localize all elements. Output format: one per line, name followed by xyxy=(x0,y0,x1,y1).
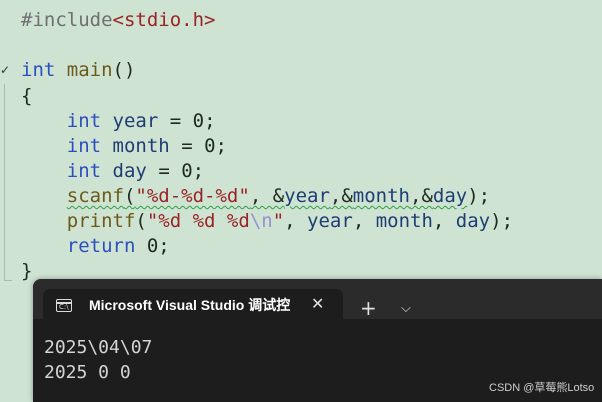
code-token: () xyxy=(112,59,136,81)
console-titlebar: C:\ Microsoft Visual Studio 调试控 ✕ + ⌵ xyxy=(33,279,602,321)
code-token: scanf xyxy=(66,185,124,207)
code-token: , & xyxy=(249,185,285,207)
code-token: return xyxy=(66,235,136,257)
code-token: month xyxy=(352,185,410,207)
console-output-line: 2025\04\07 xyxy=(44,337,153,358)
code-line: int month = 0; xyxy=(21,134,227,159)
code-token: year xyxy=(307,210,353,232)
code-token: "%d-%d-%d" xyxy=(135,185,250,207)
code-token: main xyxy=(66,59,113,81)
code-token: month xyxy=(112,135,170,157)
code-line: scanf("%d-%d-%d", &year,&month,&day); xyxy=(21,184,490,209)
code-token: , xyxy=(432,210,456,232)
code-token: , xyxy=(284,210,308,232)
code-token: , xyxy=(352,210,376,232)
code-token: { xyxy=(21,85,33,107)
code-line: #include<stdio.h> xyxy=(21,8,215,33)
indent-guide-end xyxy=(4,280,12,281)
indent-guide xyxy=(4,84,5,280)
code-token: ,& xyxy=(329,185,353,207)
close-icon[interactable]: ✕ xyxy=(311,294,324,314)
code-line: int day = 0; xyxy=(21,159,204,184)
code-token: day xyxy=(432,185,468,207)
code-line: { xyxy=(21,84,32,109)
console-tab[interactable]: C:\ Microsoft Visual Studio 调试控 ✕ xyxy=(43,289,343,321)
code-token: year xyxy=(112,110,159,132)
code-token: #include xyxy=(21,9,113,31)
console-tab-title: Microsoft Visual Studio 调试控 xyxy=(89,297,291,313)
code-token: int xyxy=(66,160,102,182)
code-token: int xyxy=(21,59,56,81)
code-token: day xyxy=(112,160,147,182)
code-token: = 0; xyxy=(146,160,205,182)
console-app-icon: C:\ xyxy=(56,299,72,312)
code-line: } xyxy=(21,259,32,284)
code-token: 0; xyxy=(135,235,170,257)
code-line: return 0; xyxy=(21,234,170,259)
code-token: \n xyxy=(249,210,273,232)
code-token: ,& xyxy=(410,185,433,207)
new-tab-button[interactable]: + xyxy=(360,297,377,319)
fold-check-icon[interactable]: ✓ xyxy=(0,63,10,77)
code-token: year xyxy=(284,185,330,207)
code-token: int xyxy=(66,135,102,157)
watermark: CSDN @草莓熊Lotso xyxy=(489,382,595,394)
code-token: day xyxy=(455,210,491,232)
code-token: int xyxy=(66,110,102,132)
code-line: int year = 0; xyxy=(21,109,216,134)
code-line: int main() xyxy=(21,58,135,83)
console-app-icon-label: C:\ xyxy=(59,303,69,311)
code-token: } xyxy=(21,260,33,282)
code-token: " xyxy=(272,210,285,232)
code-token: ( xyxy=(135,210,147,232)
code-token: ); xyxy=(467,185,491,207)
code-token: = 0; xyxy=(158,110,216,132)
code-token: "%d %d %d xyxy=(146,210,250,232)
code-token: ); xyxy=(490,210,514,232)
code-token: <stdio.h> xyxy=(112,9,216,31)
code-token: ( xyxy=(123,185,136,207)
code-token: = 0; xyxy=(169,135,227,157)
console-output-line: 2025 0 0 xyxy=(44,362,131,383)
code-token: printf xyxy=(66,210,136,232)
code-token: month xyxy=(375,210,433,232)
chevron-down-icon[interactable]: ⌵ xyxy=(401,299,411,319)
code-line: printf("%d %d %d\n", year, month, day); xyxy=(21,209,513,234)
